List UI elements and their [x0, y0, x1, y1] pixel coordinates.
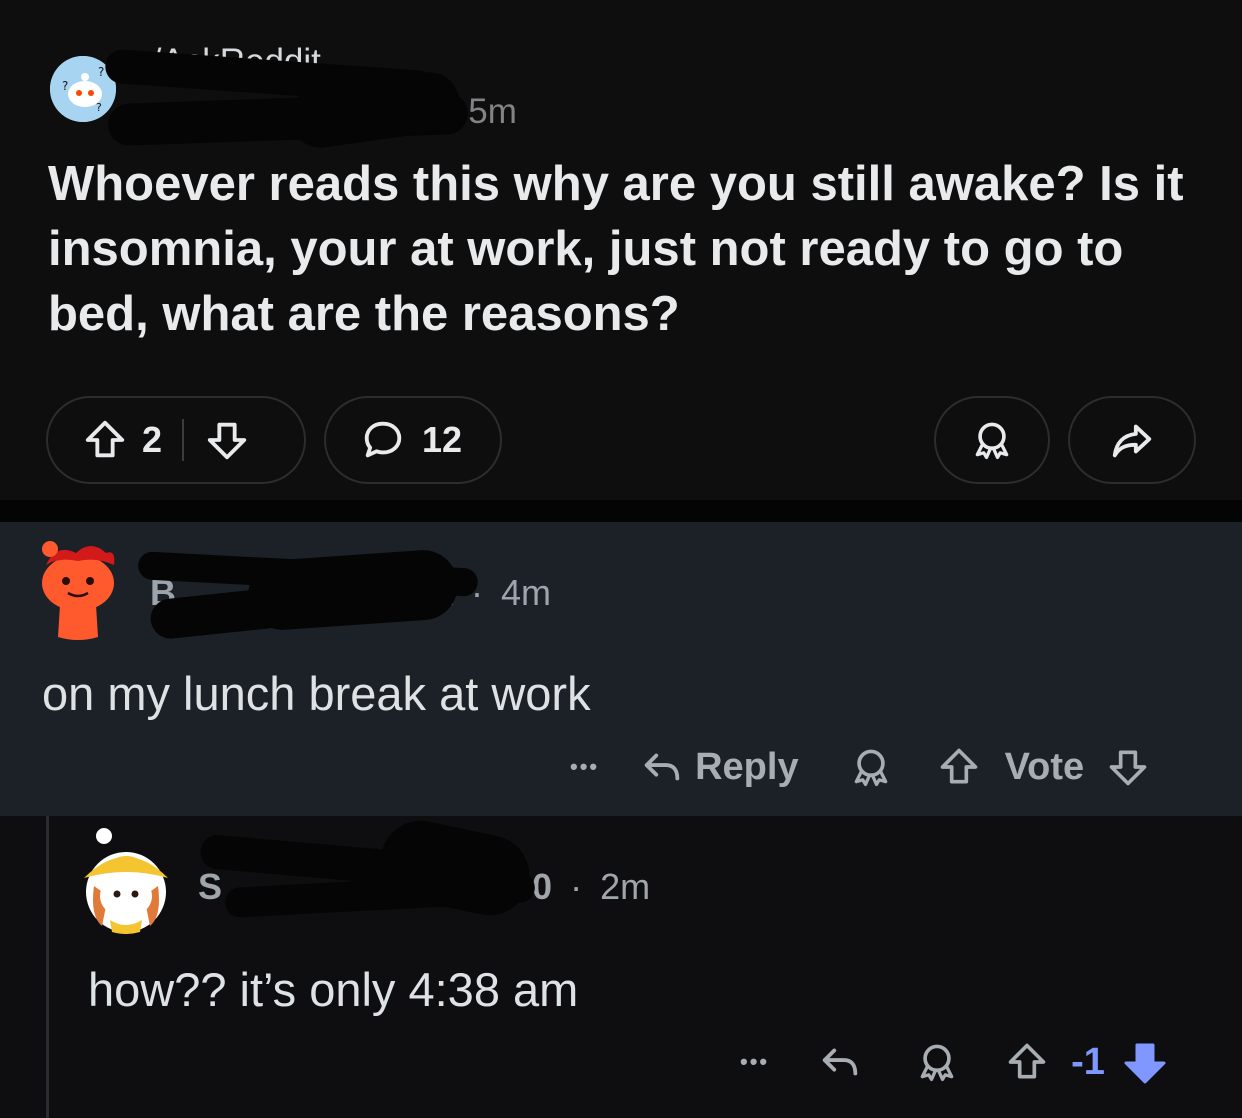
meta-separator: ·: [570, 866, 583, 907]
upvote-count: 2: [142, 419, 163, 460]
section-gap: [0, 500, 1242, 522]
commenter-avatar[interactable]: [36, 535, 120, 643]
vote-divider: [182, 419, 185, 461]
vote-label: Vote: [1004, 745, 1085, 788]
more-dots-icon[interactable]: •••: [740, 1049, 769, 1075]
thread-line[interactable]: [46, 816, 49, 1118]
award-icon[interactable]: [915, 1040, 959, 1084]
upvote-icon[interactable]: [82, 417, 128, 463]
commenter-avatar[interactable]: [80, 826, 172, 938]
downvote-filled-icon[interactable]: [1121, 1038, 1169, 1086]
reply-arrow-icon[interactable]: [817, 1039, 863, 1085]
award-icon: [970, 418, 1014, 462]
award-icon[interactable]: [849, 745, 893, 789]
svg-text:?: ?: [98, 65, 104, 79]
comment-body: how?? it’s only 4:38 am: [88, 963, 579, 1016]
more-dots-icon[interactable]: •••: [570, 754, 599, 780]
comment-score: -1: [1071, 1040, 1105, 1083]
comment-actions: ••• Reply Vote: [570, 738, 1150, 796]
downvote-icon[interactable]: [1106, 745, 1150, 789]
award-button[interactable]: [934, 396, 1050, 484]
comment-bubble-icon: [360, 417, 406, 463]
upvote-icon[interactable]: [937, 745, 981, 789]
post-time: 5m: [468, 92, 517, 131]
snoo-avatar-icon: [84, 828, 168, 934]
svg-text:?: ?: [62, 79, 68, 93]
post-title[interactable]: Whoever reads this why are you still awa…: [48, 152, 1208, 347]
share-button[interactable]: [1068, 396, 1196, 484]
upvote-icon[interactable]: [1005, 1040, 1049, 1084]
downvote-icon[interactable]: [204, 417, 250, 463]
reply-button[interactable]: Reply: [695, 746, 798, 789]
reply-arrow-icon[interactable]: [639, 744, 685, 790]
vote-control: 2: [46, 396, 306, 484]
redaction-scribble: [245, 547, 461, 633]
comment-time: 2m: [600, 866, 651, 907]
comment-actions: ••• -1: [740, 1034, 1169, 1090]
comment-time: 4m: [501, 572, 552, 613]
comments-button[interactable]: 12: [324, 396, 502, 484]
snoo-avatar-icon: [42, 541, 115, 640]
share-icon: [1109, 417, 1155, 463]
svg-text:?: ?: [96, 101, 102, 114]
comment-count: 12: [422, 419, 463, 460]
comment-body: on my lunch break at work: [42, 667, 591, 720]
